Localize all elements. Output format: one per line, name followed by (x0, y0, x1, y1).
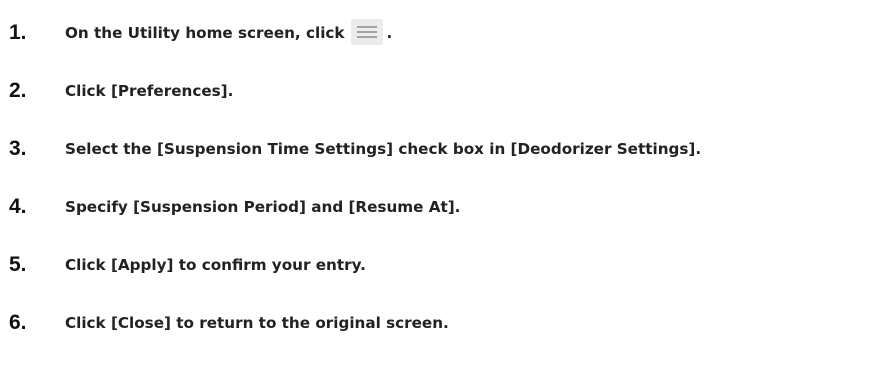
step-text: Click [Close] to return to the original … (65, 314, 449, 332)
step-number: 3. (9, 137, 27, 160)
step-text: Select the [Suspension Time Settings] ch… (65, 140, 702, 158)
step-number: 2. (9, 79, 27, 102)
step-5: 5. Click [Apply] to confirm your entry. (0, 250, 893, 280)
step-text: Click [Apply] to confirm your entry. (65, 256, 366, 274)
step-text: Click [Preferences]. (65, 82, 234, 100)
step-3: 3. Select the [Suspension Time Settings]… (0, 134, 893, 164)
step-4: 4. Specify [Suspension Period] and [Resu… (0, 192, 893, 222)
step-6: 6. Click [Close] to return to the origin… (0, 308, 893, 338)
step-text-after-icon: . (386, 24, 393, 42)
step-text: Specify [Suspension Period] and [Resume … (65, 198, 461, 216)
step-number: 6. (9, 311, 27, 334)
hamburger-menu-icon (350, 18, 383, 45)
instruction-steps: 1. On the Utility home screen, click. 2.… (0, 0, 893, 374)
step-1: 1. On the Utility home screen, click. (0, 18, 893, 48)
step-number: 1. (9, 21, 27, 44)
step-number: 5. (9, 253, 27, 276)
step-2: 2. Click [Preferences]. (0, 76, 893, 106)
step-text: On the Utility home screen, click. (65, 18, 392, 48)
step-text-before-icon: On the Utility home screen, click (65, 24, 345, 42)
step-number: 4. (9, 195, 27, 218)
